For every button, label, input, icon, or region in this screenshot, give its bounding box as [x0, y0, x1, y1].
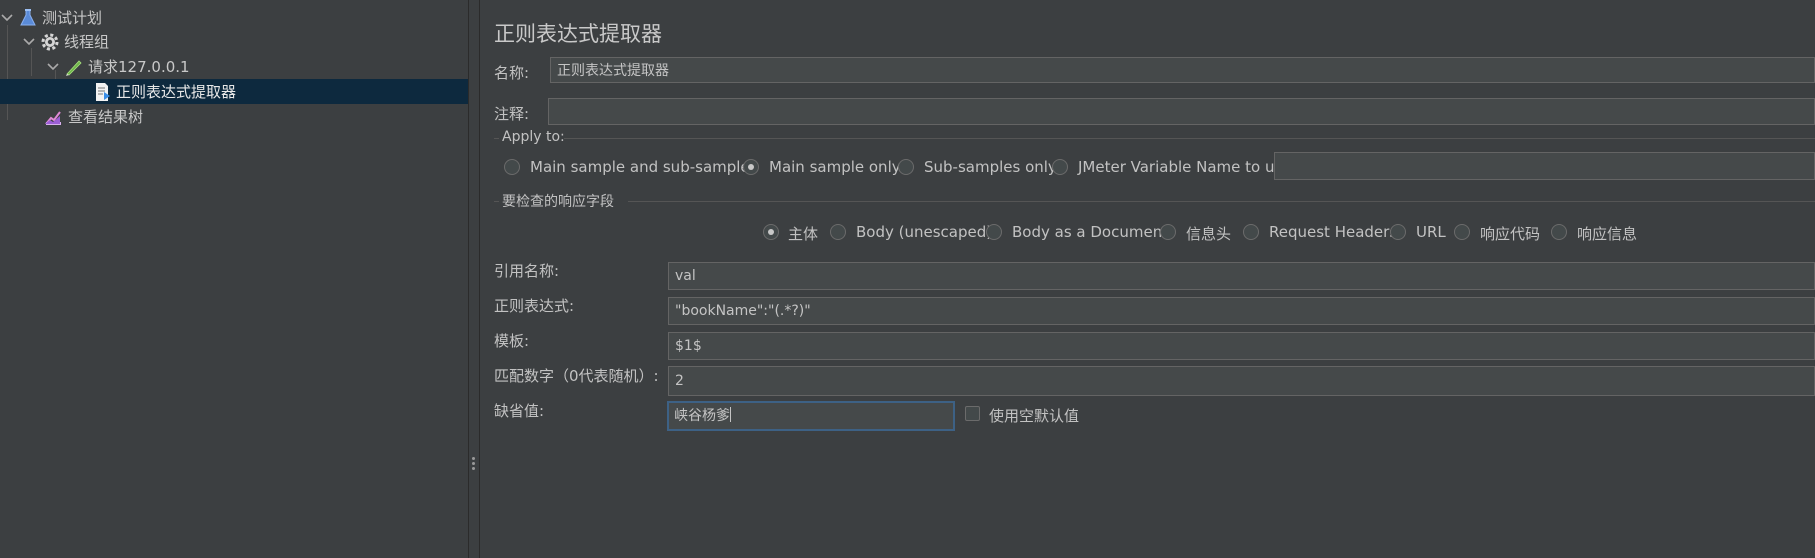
radio-label: JMeter Variable Name to use — [1078, 158, 1292, 176]
regex-input[interactable] — [668, 297, 1815, 325]
template-label: 模板: — [494, 332, 530, 350]
chevron-down-icon[interactable] — [46, 60, 60, 74]
radio-sub-only[interactable] — [898, 159, 914, 175]
tree-item-label: 正则表达式提取器 — [116, 83, 237, 101]
group-border — [628, 201, 1815, 202]
default-value-input[interactable]: 峡谷杨爹 — [667, 401, 955, 431]
match-number-input[interactable] — [668, 366, 1815, 396]
comment-input[interactable] — [548, 98, 1815, 125]
grip-dot — [472, 467, 475, 470]
radio-label: 信息头 — [1186, 225, 1232, 243]
radio-label: Sub-samples only — [924, 158, 1057, 176]
radio-label: 主体 — [788, 225, 819, 243]
radio-headers[interactable] — [1160, 224, 1176, 240]
flask-icon — [20, 8, 36, 25]
regex-label: 正则表达式: — [494, 297, 575, 315]
radio-label: Main sample only — [769, 158, 901, 176]
chevron-down-icon[interactable] — [0, 11, 14, 25]
tree-item-http-request[interactable]: 请求127.0.0.1 — [0, 54, 468, 79]
chevron-down-icon[interactable] — [22, 35, 36, 49]
group-border — [564, 138, 1815, 139]
radio-main-and-sub[interactable] — [504, 159, 520, 175]
radio-body-as-document[interactable] — [986, 224, 1002, 240]
tree-item-label: 测试计划 — [42, 9, 103, 27]
split-pane-divider[interactable] — [469, 0, 480, 558]
tree-item-label: 线程组 — [64, 33, 110, 51]
grip-dot — [472, 462, 475, 465]
tree-item-view-results-tree[interactable]: 查看结果树 — [0, 104, 468, 129]
apply-to-group-label: Apply to: — [502, 129, 565, 145]
group-border — [494, 201, 499, 202]
radio-label: 响应信息 — [1577, 225, 1638, 243]
gear-icon — [41, 33, 59, 50]
radio-label: Body as a Document — [1012, 223, 1169, 241]
radio-label: URL — [1416, 223, 1446, 241]
radio-label: Main sample and sub-samples — [530, 158, 758, 176]
radio-body[interactable] — [763, 224, 779, 240]
field-to-check-group-label: 要检查的响应字段 — [502, 194, 614, 210]
radio-label: Request Headers — [1269, 223, 1398, 241]
tree-item-label: 查看结果树 — [68, 108, 144, 126]
radio-main-only[interactable] — [743, 159, 759, 175]
tree-item-regex-extractor[interactable]: 正则表达式提取器 — [0, 79, 468, 104]
tree-item-label: 请求127.0.0.1 — [88, 58, 190, 76]
radio-request-headers[interactable] — [1243, 224, 1259, 240]
radio-body-unescaped[interactable] — [830, 224, 846, 240]
use-empty-default-label: 使用空默认值 — [989, 407, 1080, 425]
test-plan-tree[interactable]: 测试计划 线程组 请求127.0.0.1 正则表达式提取器 查看结果树 — [0, 0, 469, 558]
page-title: 正则表达式提取器 — [494, 22, 662, 46]
name-input[interactable] — [550, 57, 1815, 83]
group-border — [494, 138, 499, 139]
default-value-label: 缺省值: — [494, 402, 545, 420]
default-value-text: 峡谷杨爹 — [674, 408, 730, 424]
reference-name-input[interactable] — [668, 262, 1815, 290]
text-caret — [730, 407, 731, 422]
pen-icon — [66, 59, 82, 76]
radio-response-message[interactable] — [1551, 224, 1567, 240]
radio-label: Body (unescaped) — [856, 223, 993, 241]
radio-jmeter-variable[interactable] — [1052, 159, 1068, 175]
template-input[interactable] — [668, 332, 1815, 360]
tree-item-test-plan[interactable]: 测试计划 — [0, 5, 468, 30]
radio-label: 响应代码 — [1480, 225, 1541, 243]
radio-url[interactable] — [1390, 224, 1406, 240]
tree-item-thread-group[interactable]: 线程组 — [0, 29, 468, 54]
radio-response-code[interactable] — [1454, 224, 1470, 240]
jmeter-variable-input[interactable] — [1274, 152, 1815, 180]
chart-icon — [45, 110, 61, 125]
use-empty-default-checkbox[interactable] — [965, 406, 980, 421]
grip-dot — [472, 457, 475, 460]
comment-label: 注释: — [494, 105, 530, 123]
document-arrow-icon — [96, 82, 110, 101]
regex-extractor-panel: 正则表达式提取器 名称: 注释: Apply to: Main sample a… — [480, 0, 1815, 558]
name-label: 名称: — [494, 64, 530, 82]
reference-name-label: 引用名称: — [494, 262, 560, 280]
match-number-label: 匹配数字（0代表随机）: — [494, 367, 659, 385]
